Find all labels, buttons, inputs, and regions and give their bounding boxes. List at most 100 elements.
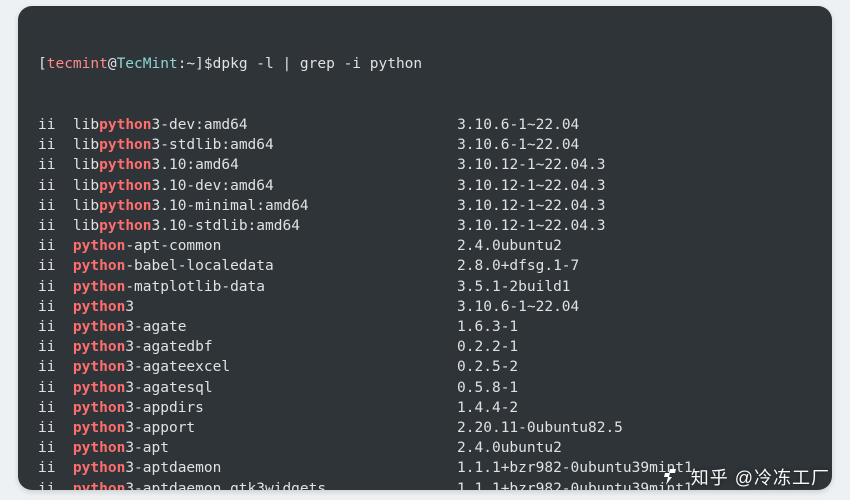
package-version: 0.5.8-1 xyxy=(457,380,518,396)
grep-match: python xyxy=(73,339,125,355)
status-flag: ii xyxy=(38,420,73,436)
status-flag: ii xyxy=(38,380,73,396)
terminal-window[interactable]: [tecmint@TecMint:~]$dpkg -l | grep -i py… xyxy=(18,6,832,490)
package-version: 3.10.6-1~22.04 xyxy=(457,137,579,153)
prompt-sign: $ xyxy=(204,56,213,72)
package-name-suffix: 3-agatedbf xyxy=(125,339,457,355)
status-flag: ii xyxy=(38,299,73,315)
package-name-suffix: 3-appdirs xyxy=(125,400,457,416)
package-version: 1.4.4-2 xyxy=(457,400,518,416)
grep-match: python xyxy=(73,400,125,416)
package-name-prefix: lib xyxy=(73,178,99,194)
package-row: ii libpython3.10:amd64 3.10.12-1~22.04.3 xyxy=(38,155,812,175)
terminal-output: [tecmint@TecMint:~]$dpkg -l | grep -i py… xyxy=(18,6,832,490)
grep-match: python xyxy=(73,481,125,490)
grep-match: python xyxy=(73,299,125,315)
watermark: 知乎 @冷冻工厂 xyxy=(659,464,830,490)
package-row: ii python-babel-localedata 2.8.0+dfsg.1-… xyxy=(38,256,812,276)
package-row: ii python3-apport 2.20.11-0ubuntu82.5 xyxy=(38,418,812,438)
package-version: 0.2.5-2 xyxy=(457,359,518,375)
status-flag: ii xyxy=(38,481,73,490)
grep-match: python xyxy=(73,258,125,274)
package-version: 2.4.0ubuntu2 xyxy=(457,440,562,456)
package-name-suffix: 3-agateexcel xyxy=(125,359,457,375)
package-name-prefix: lib xyxy=(73,157,99,173)
package-name-suffix: 3-apt xyxy=(125,440,457,456)
package-row: ii python3-agateexcel 0.2.5-2 xyxy=(38,357,812,377)
package-version: 3.10.12-1~22.04.3 xyxy=(457,178,605,194)
package-version: 3.5.1-2build1 xyxy=(457,279,571,295)
package-name-suffix: -matplotlib-data xyxy=(125,279,457,295)
package-name-suffix: 3 xyxy=(125,299,457,315)
package-name-suffix: 3-agatesql xyxy=(125,380,457,396)
package-version: 2.20.11-0ubuntu82.5 xyxy=(457,420,623,436)
grep-match: python xyxy=(99,218,151,234)
grep-match: python xyxy=(73,279,125,295)
status-flag: ii xyxy=(38,258,73,274)
grep-match: python xyxy=(73,460,125,476)
grep-match: python xyxy=(73,420,125,436)
watermark-text: 知乎 @冷冻工厂 xyxy=(691,464,830,490)
package-version: 2.8.0+dfsg.1-7 xyxy=(457,258,579,274)
grep-match: python xyxy=(73,440,125,456)
status-flag: ii xyxy=(38,319,73,335)
package-name-suffix: 3-aptdaemon xyxy=(125,460,457,476)
package-version: 0.2.2-1 xyxy=(457,339,518,355)
package-name-suffix: 3-agate xyxy=(125,319,457,335)
package-row: ii python-matplotlib-data 3.5.1-2build1 xyxy=(38,277,812,297)
prompt-close-bracket: ] xyxy=(195,56,204,72)
package-row: ii python-apt-common 2.4.0ubuntu2 xyxy=(38,236,812,256)
status-flag: ii xyxy=(38,339,73,355)
grep-match: python xyxy=(99,137,151,153)
grep-match: python xyxy=(99,178,151,194)
package-row: ii python3-agate 1.6.3-1 xyxy=(38,317,812,337)
package-version: 3.10.12-1~22.04.3 xyxy=(457,198,605,214)
command-text: dpkg -l | grep -i python xyxy=(213,56,423,72)
prompt-host: TecMint xyxy=(117,56,178,72)
package-row: ii libpython3-dev:amd64 3.10.6-1~22.04 xyxy=(38,115,812,135)
package-name-suffix: 3.10-dev:amd64 xyxy=(152,178,458,194)
prompt-path: :~ xyxy=(178,56,195,72)
package-row: ii python3-agatesql 0.5.8-1 xyxy=(38,378,812,398)
package-name-prefix: lib xyxy=(73,117,99,133)
prompt-open-bracket: [ xyxy=(38,56,47,72)
package-name-prefix: lib xyxy=(73,218,99,234)
zhihu-logo-icon xyxy=(659,465,683,489)
package-version: 3.10.12-1~22.04.3 xyxy=(457,157,605,173)
package-version: 3.10.6-1~22.04 xyxy=(457,299,579,315)
package-name-suffix: 3.10-stdlib:amd64 xyxy=(152,218,458,234)
package-name-suffix: -babel-localedata xyxy=(125,258,457,274)
package-name-suffix: 3-aptdaemon.gtk3widgets xyxy=(125,481,457,490)
package-name-suffix: -apt-common xyxy=(125,238,457,254)
status-flag: ii xyxy=(38,117,73,133)
prompt-user: tecmint xyxy=(47,56,108,72)
package-name-suffix: 3.10:amd64 xyxy=(152,157,458,173)
package-row: ii libpython3.10-dev:amd64 3.10.12-1~22.… xyxy=(38,176,812,196)
package-name-suffix: 3.10-minimal:amd64 xyxy=(152,198,458,214)
package-name-prefix: lib xyxy=(73,198,99,214)
package-name-suffix: 3-apport xyxy=(125,420,457,436)
status-flag: ii xyxy=(38,400,73,416)
package-version: 1.6.3-1 xyxy=(457,319,518,335)
package-row: ii python3-agatedbf 0.2.2-1 xyxy=(38,337,812,357)
package-version: 2.4.0ubuntu2 xyxy=(457,238,562,254)
status-flag: ii xyxy=(38,137,73,153)
package-version: 3.10.6-1~22.04 xyxy=(457,117,579,133)
package-name-prefix: lib xyxy=(73,137,99,153)
status-flag: ii xyxy=(38,218,73,234)
package-name-suffix: 3-dev:amd64 xyxy=(152,117,458,133)
status-flag: ii xyxy=(38,460,73,476)
grep-match: python xyxy=(73,359,125,375)
prompt-line: [tecmint@TecMint:~]$dpkg -l | grep -i py… xyxy=(38,54,812,74)
grep-match: python xyxy=(99,198,151,214)
grep-match: python xyxy=(73,319,125,335)
package-version: 1.1.1+bzr982-0ubuntu39mint1 xyxy=(457,481,693,490)
package-row: ii python3-appdirs 1.4.4-2 xyxy=(38,398,812,418)
grep-match: python xyxy=(73,380,125,396)
grep-match: python xyxy=(99,157,151,173)
package-list: ii libpython3-dev:amd64 3.10.6-1~22.04ii… xyxy=(38,115,812,490)
package-row: ii python3-apt 2.4.0ubuntu2 xyxy=(38,438,812,458)
status-flag: ii xyxy=(38,359,73,375)
package-version: 1.1.1+bzr982-0ubuntu39mint1 xyxy=(457,460,693,476)
status-flag: ii xyxy=(38,157,73,173)
